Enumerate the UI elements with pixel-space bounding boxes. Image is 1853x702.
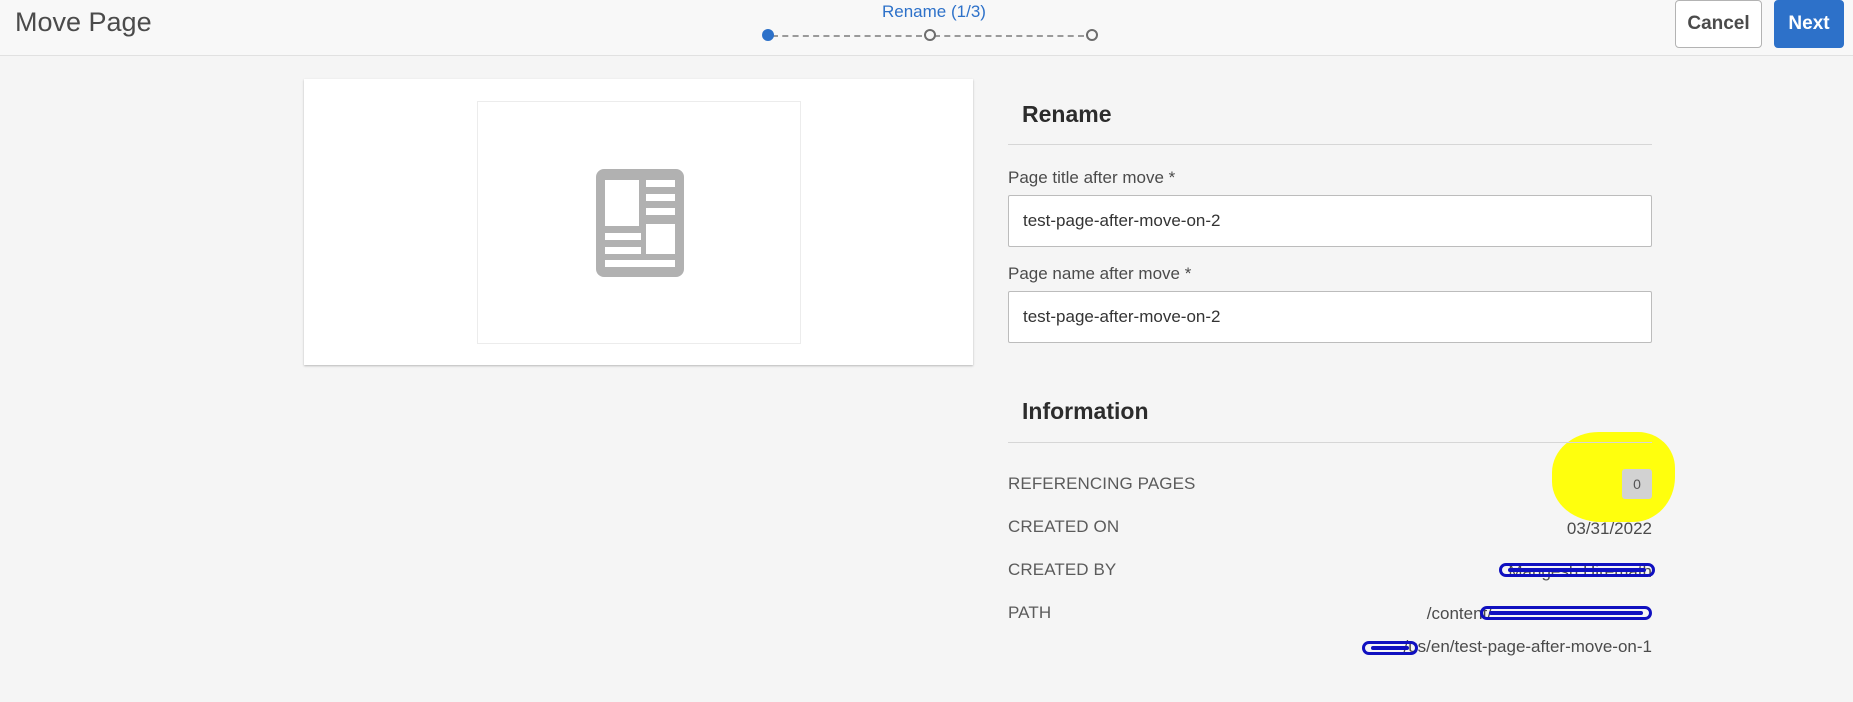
information-heading: Information (1022, 398, 1149, 424)
created-on-label: CREATED ON (1008, 517, 1120, 536)
page-thumbnail (477, 101, 801, 344)
redaction-scribble (1362, 641, 1418, 655)
path-label: PATH (1008, 603, 1052, 622)
wizard-stepper: Rename (1/3) (755, 0, 1105, 56)
step-1-dot[interactable] (762, 29, 774, 41)
section-divider (1008, 144, 1652, 145)
step-2-dot[interactable] (924, 29, 936, 41)
step-connector (772, 35, 922, 37)
page-document-icon (596, 169, 684, 277)
page-title-input[interactable] (1008, 195, 1652, 247)
rename-heading: Rename (1022, 101, 1112, 127)
created-on-value: 03/31/2022 (1566, 519, 1652, 538)
page-name-input[interactable] (1008, 291, 1652, 343)
page-thumbnail-card (304, 79, 973, 365)
next-button[interactable]: Next (1774, 0, 1844, 48)
referencing-pages-count[interactable]: 0 (1622, 469, 1652, 499)
step-connector (934, 35, 1084, 37)
page-title-label: Page title after move * (1008, 168, 1176, 187)
step-3-dot[interactable] (1086, 29, 1098, 41)
created-by-label: CREATED BY (1008, 560, 1117, 579)
redaction-scribble (1499, 563, 1655, 577)
top-bar: Move Page Rename (1/3) Cancel Next (0, 0, 1853, 56)
page-title: Move Page (15, 7, 152, 37)
redaction-scribble (1480, 606, 1652, 620)
step-label: Rename (1/3) (882, 2, 986, 21)
path-value-line2: /us/en/test-page-after-move-on-1 (1403, 637, 1652, 656)
section-divider (1008, 442, 1652, 443)
cancel-button[interactable]: Cancel (1675, 0, 1762, 48)
referencing-pages-label: REFERENCING PAGES (1008, 474, 1196, 493)
yellow-highlight-annotation (1552, 432, 1675, 522)
page-name-label: Page name after move * (1008, 264, 1192, 283)
